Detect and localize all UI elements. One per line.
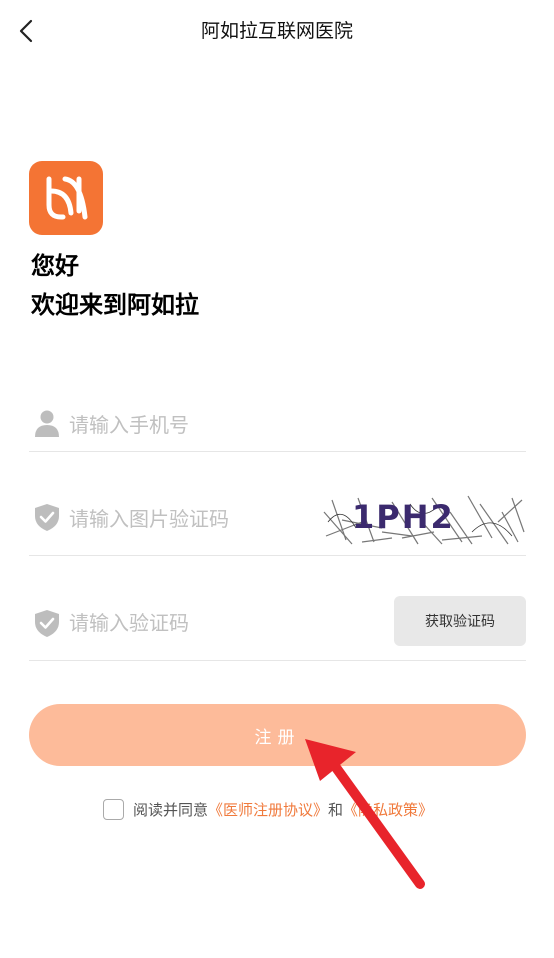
shield-check-icon: [35, 504, 59, 531]
sms-code-input[interactable]: [69, 606, 369, 640]
get-code-button[interactable]: 获取验证码: [394, 596, 526, 646]
image-code-input[interactable]: [69, 502, 319, 536]
privacy-policy-link[interactable]: 《隐私政策》: [343, 799, 433, 820]
captcha-text: 1PH2: [352, 498, 455, 536]
phone-input[interactable]: [69, 408, 509, 442]
agree-checkbox[interactable]: [103, 798, 124, 820]
top-bar: 阿如拉互联网医院: [0, 0, 554, 62]
agreement-prefix: 阅读并同意: [133, 800, 209, 819]
greeting-line-2: 欢迎来到阿如拉: [31, 291, 199, 319]
image-code-field: 1PH2: [29, 482, 526, 556]
user-icon: [35, 410, 59, 437]
agreement-row: 阅读并同意 《医师注册协议》 和 《隐私政策》: [103, 797, 433, 821]
page-title: 阿如拉互联网医院: [200, 20, 353, 42]
greeting-line-1: 您好: [31, 252, 79, 280]
shield-check-icon: [35, 610, 59, 637]
app-logo: [29, 161, 103, 235]
phone-field: [29, 400, 526, 452]
sms-code-field: 获取验证码: [29, 588, 526, 661]
agreement-and: 和: [328, 800, 344, 819]
doctor-agreement-link[interactable]: 《医师注册协议》: [208, 799, 328, 820]
register-button[interactable]: 注册: [29, 704, 526, 766]
captcha-image[interactable]: 1PH2: [322, 492, 526, 546]
arura-logo-icon: [46, 176, 88, 220]
